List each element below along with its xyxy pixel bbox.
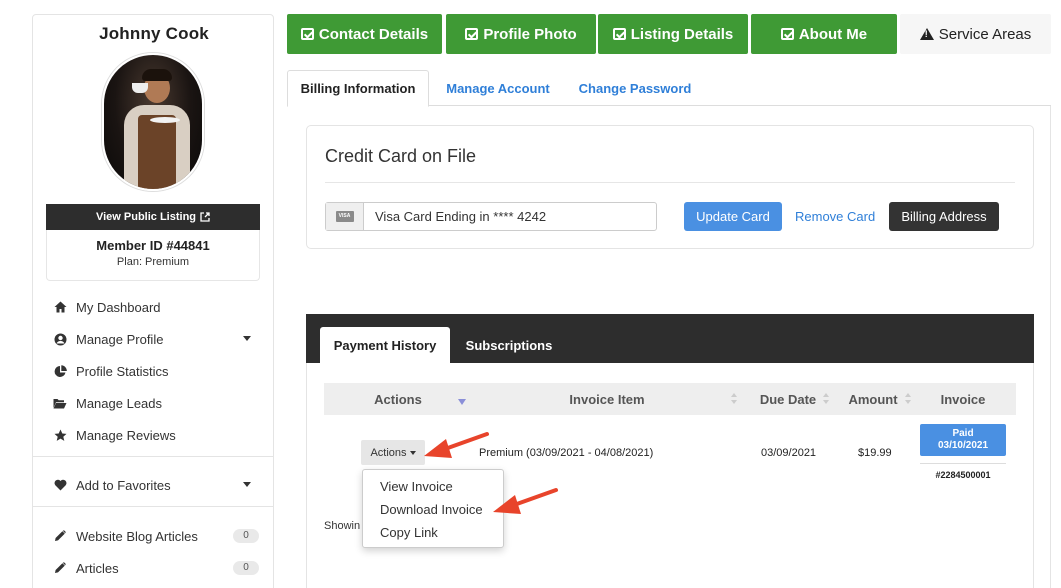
annotation-arrow-icon — [493, 488, 558, 514]
annotation-arrow-icon — [424, 432, 489, 458]
annotation-arrows — [424, 432, 558, 514]
